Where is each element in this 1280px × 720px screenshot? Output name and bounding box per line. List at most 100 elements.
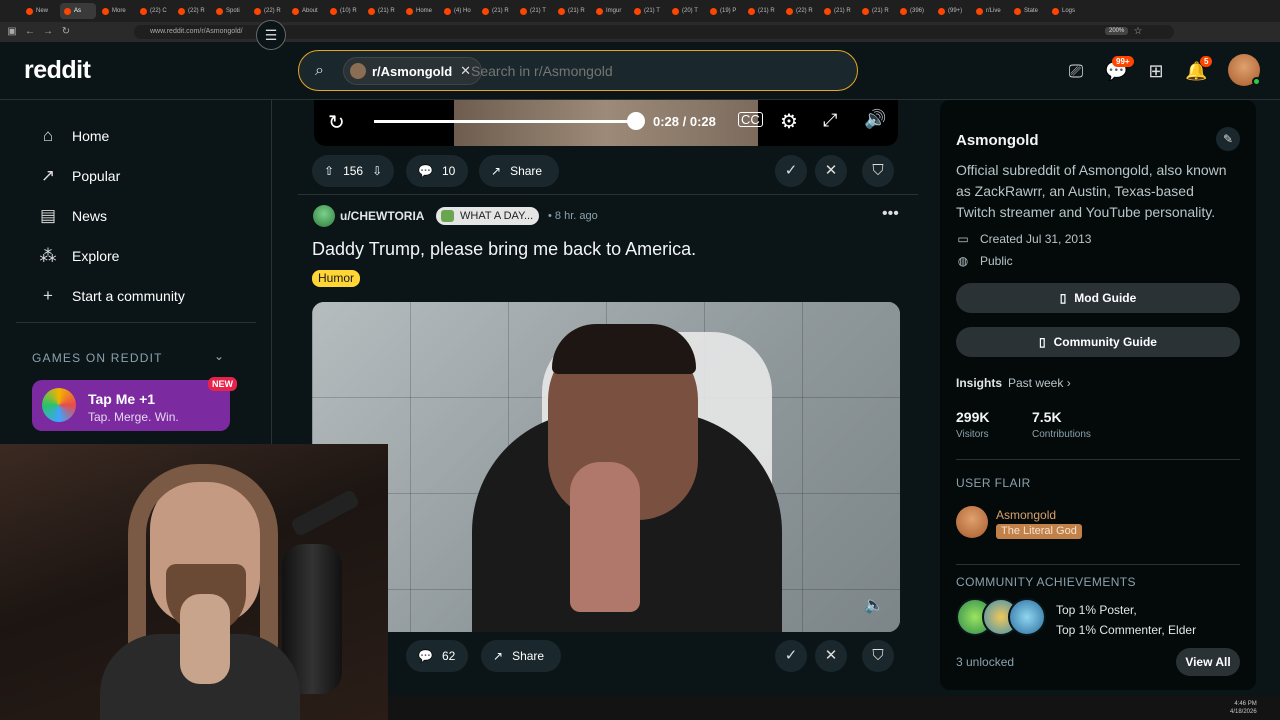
insights-range-link[interactable]: Past week › [1008, 376, 1071, 390]
post-video[interactable]: 🔈 [312, 302, 900, 632]
url-field[interactable]: www.reddit.com/r/Asmongold/ [134, 25, 1174, 39]
share-button[interactable]: ↗ Share [481, 640, 561, 672]
community-name: Asmongold [956, 132, 1039, 149]
search-community-chip[interactable]: r/Asmongold ✕ [343, 57, 483, 85]
remove-button[interactable]: ✕ [815, 640, 847, 672]
browser-tab[interactable]: Spoti [212, 3, 248, 19]
mute-icon[interactable]: 🔈 [864, 595, 884, 615]
browser-tab[interactable]: Home [402, 3, 438, 19]
search-bar[interactable]: ⌕ r/Asmongold ✕ [298, 50, 858, 91]
browser-tab[interactable]: (396) [896, 3, 932, 19]
browser-tab[interactable]: (21) R [820, 3, 856, 19]
post-author-avatar[interactable] [313, 205, 335, 227]
browser-tab[interactable]: (21) R [858, 3, 894, 19]
browser-tab[interactable]: About [288, 3, 324, 19]
sidebar-item-popular[interactable]: ↗ Popular [38, 164, 120, 188]
video-progress-bar[interactable] [374, 120, 636, 123]
tab-label: (20) T [682, 8, 698, 14]
browser-tab[interactable]: (21) T [630, 3, 666, 19]
browser-tab[interactable]: r/Live [972, 3, 1008, 19]
back-icon[interactable]: ← [22, 26, 38, 37]
game-card-tap-me[interactable]: Tap Me +1 Tap. Merge. Win. NEW [32, 377, 237, 431]
forward-icon[interactable]: → [40, 26, 56, 37]
tab-favicon-icon [1014, 7, 1021, 15]
tab-label: r/Live [986, 8, 1001, 14]
plus-icon: + [43, 286, 53, 305]
community-guide-button[interactable]: ▯ Community Guide [956, 327, 1240, 357]
sidebar-item-start-community[interactable]: + Start a community [38, 284, 185, 308]
achievement-badges[interactable] [956, 598, 1046, 636]
browser-tab[interactable]: More [98, 3, 134, 19]
sidebar-item-home[interactable]: ⌂ Home [38, 124, 110, 148]
more-options-icon[interactable]: ••• [882, 205, 899, 223]
advertise-icon[interactable]: ⎚ [1065, 60, 1087, 82]
upvote-icon[interactable]: ⇧ [324, 164, 334, 178]
search-input[interactable] [471, 61, 831, 81]
browser-tab[interactable]: (20) T [668, 3, 704, 19]
sidebar-item-explore[interactable]: ⁂ Explore [38, 244, 120, 268]
browser-tab[interactable]: (10) R [326, 3, 362, 19]
edit-pencil-icon[interactable]: ✎ [1216, 127, 1240, 151]
sidebar-collapse-button[interactable]: ☰ [256, 20, 286, 50]
browser-tab[interactable]: Imgur [592, 3, 628, 19]
post-divider [298, 194, 918, 195]
tab-label: Logs [1062, 8, 1076, 14]
games-section-header[interactable]: GAMES ON REDDIT [32, 351, 163, 365]
browser-tab[interactable]: (4) Ho [440, 3, 476, 19]
browser-tab[interactable]: (21) R [554, 3, 590, 19]
streamer-webcam-overlay [0, 444, 388, 720]
browser-tab[interactable]: Logs [1048, 3, 1084, 19]
browser-tab[interactable]: New [22, 3, 58, 19]
browser-tab[interactable]: (19) P [706, 3, 742, 19]
tab-label: New [36, 8, 49, 14]
bookmark-star-icon[interactable]: ☆ [1130, 26, 1146, 37]
browser-tab[interactable]: (21) R [744, 3, 780, 19]
mod-guide-button[interactable]: ▯ Mod Guide [956, 283, 1240, 313]
browser-tab[interactable]: (21) R [478, 3, 514, 19]
downvote-icon[interactable]: ⇩ [372, 164, 382, 178]
browser-tab[interactable]: (22) R [782, 3, 818, 19]
tab-favicon-icon [786, 7, 793, 15]
chat-badge: 99+ [1112, 56, 1134, 67]
share-button[interactable]: ↗ Share [479, 155, 559, 187]
comments-button[interactable]: 💬 10 [406, 155, 468, 187]
browser-sidebar-icon[interactable]: ▣ [4, 26, 20, 37]
create-post-icon[interactable]: ⊞ [1145, 60, 1167, 82]
achievements-text: Top 1% Poster, Top 1% Commenter, Elder [1056, 600, 1196, 640]
replay-icon[interactable]: ↻ [328, 110, 345, 135]
browser-tab[interactable]: (22) R [174, 3, 210, 19]
settings-gear-icon[interactable]: ⚙ [780, 109, 798, 134]
comments-button[interactable]: 💬 62 [406, 640, 468, 672]
captions-icon[interactable]: CC [738, 112, 763, 127]
approve-button[interactable]: ✓ [775, 640, 807, 672]
browser-tab[interactable]: As [60, 3, 96, 19]
tab-favicon-icon [26, 7, 33, 15]
view-all-button[interactable]: View All [1176, 648, 1240, 676]
post-title[interactable]: Daddy Trump, please bring me back to Ame… [312, 239, 696, 260]
popular-icon: ↗ [40, 166, 56, 185]
zoom-indicator[interactable]: 200% [1105, 27, 1129, 35]
video-progress-handle[interactable] [627, 112, 645, 130]
browser-tab[interactable]: (99+) [934, 3, 970, 19]
flair-tag[interactable]: The Literal God [996, 524, 1082, 539]
remove-button[interactable]: ✕ [815, 155, 847, 187]
chevron-down-icon[interactable]: ⌄ [214, 349, 224, 363]
reddit-logo[interactable]: reddit [24, 56, 91, 85]
browser-tab[interactable]: (22) C [136, 3, 172, 19]
volume-icon[interactable]: 🔊 [864, 109, 886, 130]
sidebar-item-news[interactable]: ▤ News [38, 204, 107, 228]
post-flair-humor[interactable]: Humor [312, 270, 361, 287]
browser-tab[interactable]: (22) R [250, 3, 286, 19]
fullscreen-icon[interactable]: ⤢ [823, 110, 837, 131]
browser-tab[interactable]: (21) R [364, 3, 400, 19]
browser-tab[interactable]: State [1010, 3, 1046, 19]
reload-icon[interactable]: ↻ [58, 26, 74, 37]
mod-shield-icon[interactable]: ⛉ [862, 640, 894, 672]
close-icon[interactable]: ✕ [460, 63, 471, 79]
post-author[interactable]: u/CHEWTORIA [340, 209, 424, 223]
browser-tab[interactable]: (21) T [516, 3, 552, 19]
user-avatar[interactable] [1228, 54, 1261, 86]
approve-button[interactable]: ✓ [775, 155, 807, 187]
achievement-badge-icon [1008, 598, 1046, 636]
mod-shield-icon[interactable]: ⛉ [862, 155, 894, 187]
